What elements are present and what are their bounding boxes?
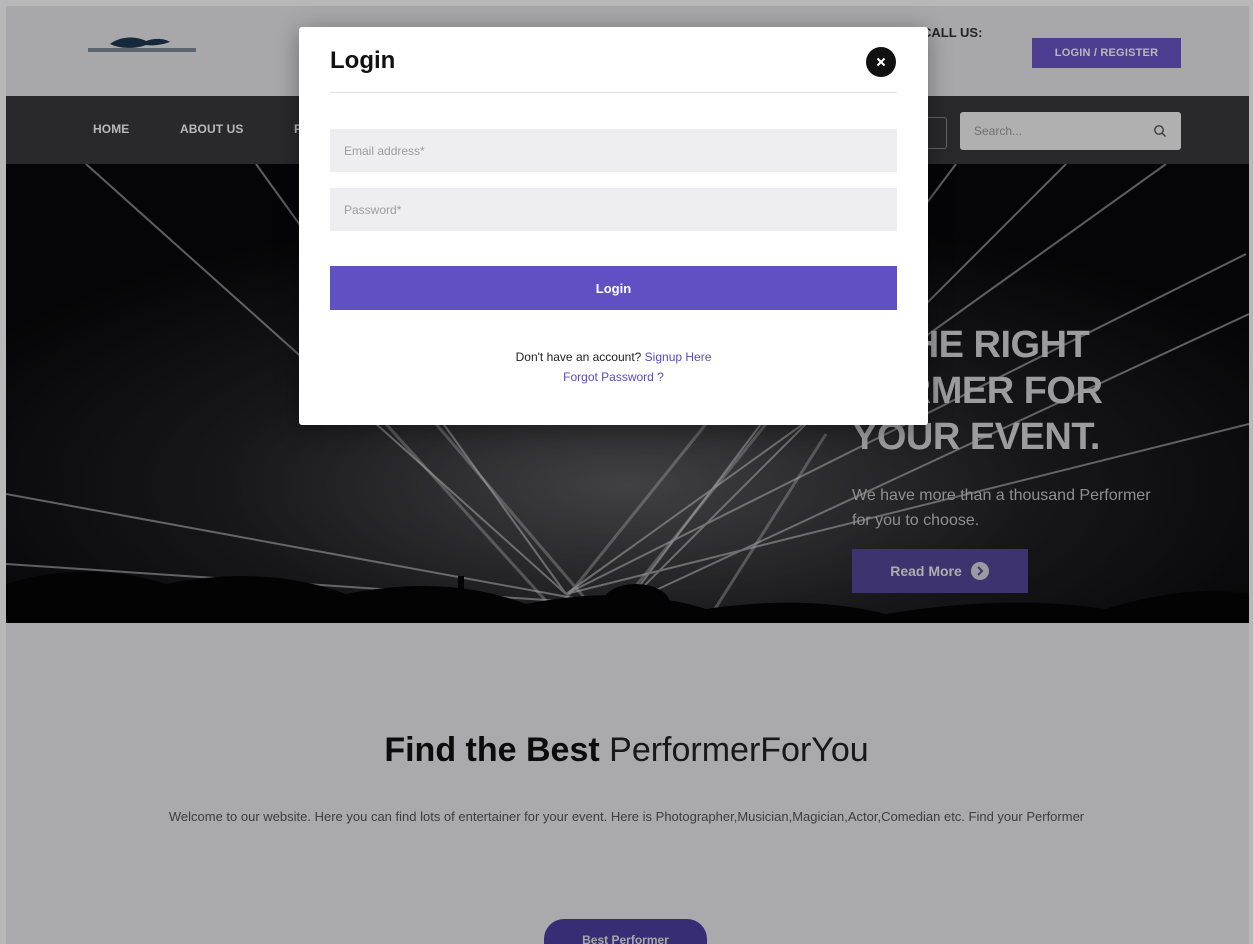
- login-modal: Login Login Don't have an account? Signu…: [299, 27, 928, 425]
- page: CALL US: LOGIN / REGISTER HOME ABOUT US …: [0, 0, 1253, 944]
- signup-prompt: Don't have an account?: [515, 350, 642, 364]
- modal-divider: [330, 92, 897, 93]
- close-button[interactable]: [866, 47, 896, 77]
- signup-line: Don't have an account? Signup Here: [299, 350, 928, 364]
- modal-title: Login: [330, 47, 396, 74]
- login-button[interactable]: Login: [330, 266, 897, 310]
- forgot-line: Forgot Password ?: [299, 370, 928, 384]
- forgot-password-link[interactable]: Forgot Password ?: [563, 370, 664, 384]
- password-field[interactable]: [330, 188, 897, 231]
- signup-link[interactable]: Signup Here: [645, 350, 712, 364]
- email-field[interactable]: [330, 129, 897, 172]
- close-icon: [876, 57, 886, 67]
